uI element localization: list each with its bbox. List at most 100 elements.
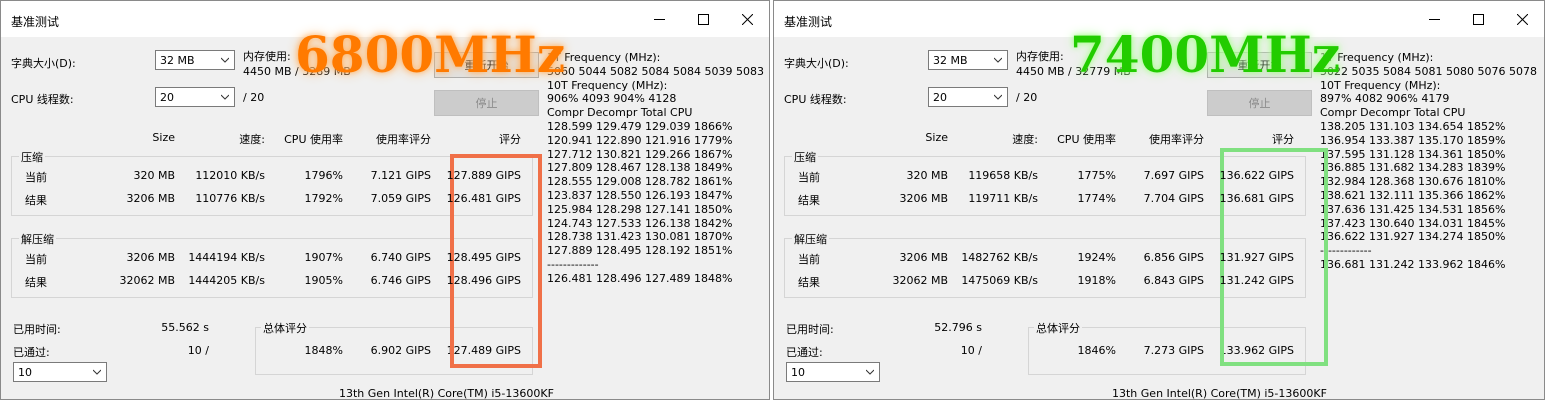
log-line: 136.885 131.682 134.283 1839% [1320,161,1506,175]
decompress-label: 解压缩 [792,231,829,247]
total-rating: 7.273 GIPS [1143,344,1204,357]
close-button[interactable] [725,5,769,33]
compress-current-speed: 112010 KB/s [195,169,265,182]
compress-current-score: 127.889 GIPS [446,169,521,182]
log-line: 126.481 128.496 127.489 1848% [547,271,733,285]
maximize-icon [697,13,709,25]
decompress-result-size: 32062 MB [119,274,175,287]
decompress-result-cpu: 1905% [304,274,343,287]
log-line: 137.595 131.128 134.361 1850% [1320,147,1506,161]
maximize-button[interactable] [681,5,725,33]
log-line: 5060 5044 5082 5084 5084 5039 5083 [547,64,764,78]
compress-current-cpu: 1796% [304,169,343,182]
decompress-current-cpu: 1907% [304,251,343,264]
log-line: 136.681 131.242 133.962 1846% [1320,258,1506,271]
window-title: 基准测试 [11,15,60,29]
total-cpu-usage: 1848% [304,344,343,357]
maximize-button[interactable] [1456,5,1500,33]
log-line: 138.205 131.103 134.654 1852% [1320,120,1506,133]
compress-current-rating: 7.697 GIPS [1143,169,1204,182]
total-score-label: 总体评分 [1034,320,1082,336]
compress-current-label: 当前 [798,171,820,184]
log-line: 128.555 129.008 128.782 1861% [547,175,733,189]
stop-button[interactable]: 停止 [1207,90,1312,116]
decompress-result-label: 结果 [798,276,820,289]
benchmark-window-1: 基准测试 字典大小(D): 32 MB CPU 线程数: 20 / 20 内存使… [0,0,770,400]
decompress-result-score: 128.496 GIPS [446,274,521,287]
log-line: 128.738 131.423 130.081 1870% [547,230,733,244]
log-line: 124.743 127.533 126.138 1842% [547,216,733,230]
passes-value: 10 / [187,344,209,357]
decompress-current-score: 128.495 GIPS [446,251,521,264]
cpu-threads-select[interactable]: 20 [155,87,235,107]
header-speed: 速度: [1012,133,1038,146]
log-line: 127.712 130.821 129.266 1867% [547,147,733,161]
decompress-current-score: 131.927 GIPS [1219,251,1294,264]
dict-size-select[interactable]: 32 MB [928,50,1008,70]
minimize-icon [653,18,665,20]
compress-result-rating: 7.704 GIPS [1143,192,1204,205]
compress-result-cpu: 1774% [1077,192,1116,205]
log-line: 132.984 128.368 130.676 1810% [1320,175,1506,189]
header-size: Size [925,131,948,144]
log-line: ------------- [547,258,599,271]
total-score-label: 总体评分 [261,320,309,336]
decompress-current-rating: 6.856 GIPS [1143,251,1204,264]
compress-result-label: 结果 [798,194,820,207]
dict-size-label: 字典大小(D): [11,57,76,70]
log-line: Compr Decompr Total CPU [1320,106,1466,120]
passes-value: 10 / [960,344,982,357]
close-button[interactable] [1500,5,1544,33]
compress-result-speed: 119711 KB/s [968,192,1038,205]
decompress-result-speed: 1475069 KB/s [961,274,1038,287]
stop-button[interactable]: 停止 [434,90,539,116]
decompress-result-rating: 6.843 GIPS [1143,274,1204,287]
header-score: 评分 [499,133,521,146]
chevron-down-icon [93,369,101,375]
header-score: 评分 [1272,133,1294,146]
elapsed-time-label: 已用时间: [786,323,834,336]
decompress-current-speed: 1444194 KB/s [188,251,265,264]
maximize-icon [1472,13,1484,25]
decompress-result-size: 32062 MB [892,274,948,287]
stop-button-label: 停止 [475,97,498,110]
passes-select[interactable]: 10 [13,362,107,382]
log-line: 137.423 130.640 134.031 1845% [1320,216,1506,230]
cpu-threads-label: CPU 线程数: [784,93,847,106]
decompress-label: 解压缩 [19,231,56,247]
minimize-button[interactable] [637,5,681,33]
close-icon [1516,13,1528,25]
compress-current-rating: 7.121 GIPS [370,169,431,182]
dict-size-value: 32 MB [933,54,968,67]
chevron-down-icon [221,94,229,100]
elapsed-time-value: 55.562 s [161,321,209,334]
minimize-icon [1428,18,1440,20]
log-line: 127.889 128.495 128.192 1851% [547,244,733,258]
compress-current-size: 320 MB [906,169,948,182]
total-cpu-usage: 1846% [1077,344,1116,357]
decompress-current-size: 3206 MB [126,251,175,264]
cpu-threads-value: 20 [160,91,174,104]
passes-label: 已通过: [13,346,50,359]
decompress-result-cpu: 1918% [1077,274,1116,287]
compress-result-size: 3206 MB [899,192,948,205]
window-title: 基准测试 [784,15,833,29]
log-line: 137.636 131.425 134.531 1856% [1320,202,1506,216]
passes-label: 已通过: [786,346,823,359]
total-rating: 6.902 GIPS [370,344,431,357]
header-cpu-usage: CPU 使用率 [284,133,343,146]
minimize-button[interactable] [1412,5,1456,33]
log-line: 125.984 128.298 127.141 1850% [547,202,733,216]
dict-size-select[interactable]: 32 MB [155,50,235,70]
header-rating: 使用率评分 [376,133,431,146]
decompress-result-score: 131.242 GIPS [1219,274,1294,287]
cpu-name: 13th Gen Intel(R) Core(TM) i5-13600KF [339,387,554,400]
log-line: 120.941 122.890 121.916 1779% [547,133,733,147]
passes-select[interactable]: 10 [786,362,880,382]
chevron-down-icon [994,94,1002,100]
compress-current-size: 320 MB [133,169,175,182]
compress-current-speed: 119658 KB/s [968,169,1038,182]
cpu-threads-select[interactable]: 20 [928,87,1008,107]
compress-label: 压缩 [792,149,818,165]
cpu-name: 13th Gen Intel(R) Core(TM) i5-13600KF [1112,387,1327,400]
